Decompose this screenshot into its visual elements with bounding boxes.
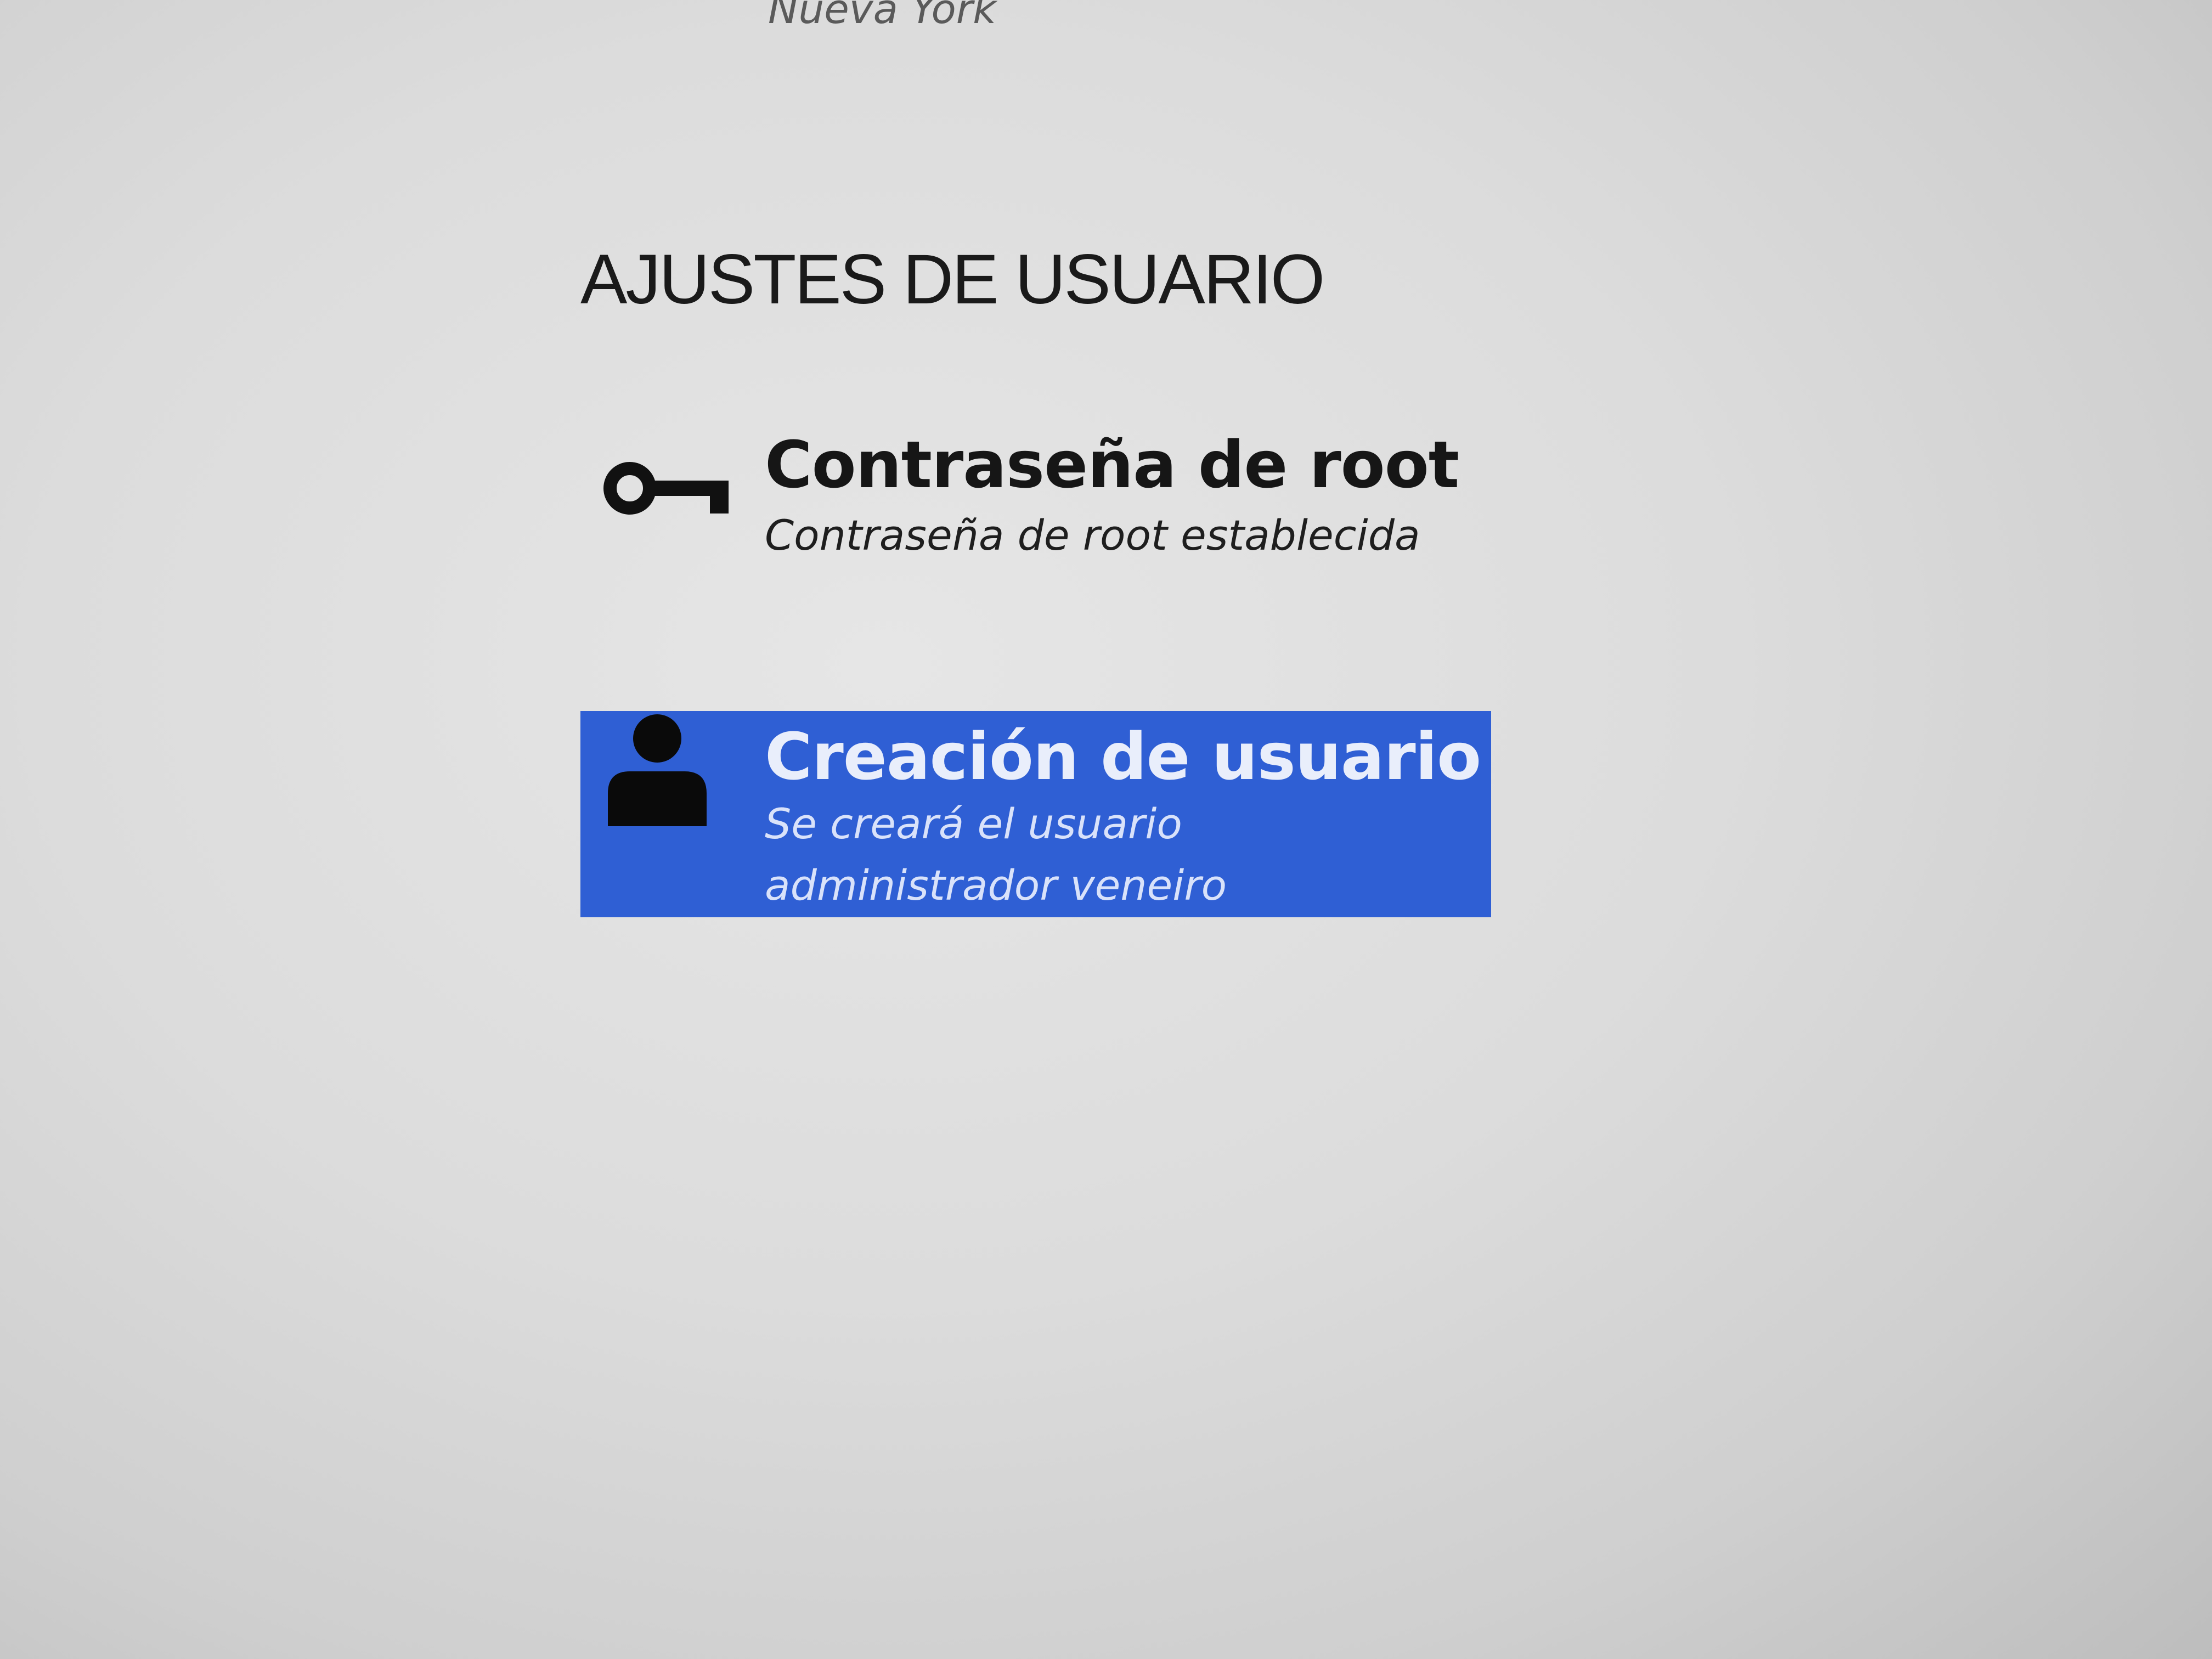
user-icon bbox=[608, 714, 707, 826]
user-creation-status: Se creará el usuario administrador venei… bbox=[765, 799, 1227, 910]
user-creation-title: Creación de usuario bbox=[765, 719, 1481, 794]
root-password-status: Contraseña de root establecida bbox=[765, 511, 1420, 560]
root-password-title: Contraseña de root bbox=[765, 427, 1459, 503]
section-heading-user-settings: AJUSTES DE USUARIO bbox=[580, 240, 1325, 319]
installer-screen: { "timezone": { "value": "Nueva York" },… bbox=[0, 0, 2212, 1659]
root-password-spoke[interactable]: Contraseña de root Contraseña de root es… bbox=[580, 417, 1491, 576]
timezone-status: Nueva York bbox=[768, 0, 997, 33]
user-creation-spoke[interactable]: Creación de usuario Se creará el usuario… bbox=[580, 711, 1491, 917]
key-icon bbox=[603, 462, 729, 515]
